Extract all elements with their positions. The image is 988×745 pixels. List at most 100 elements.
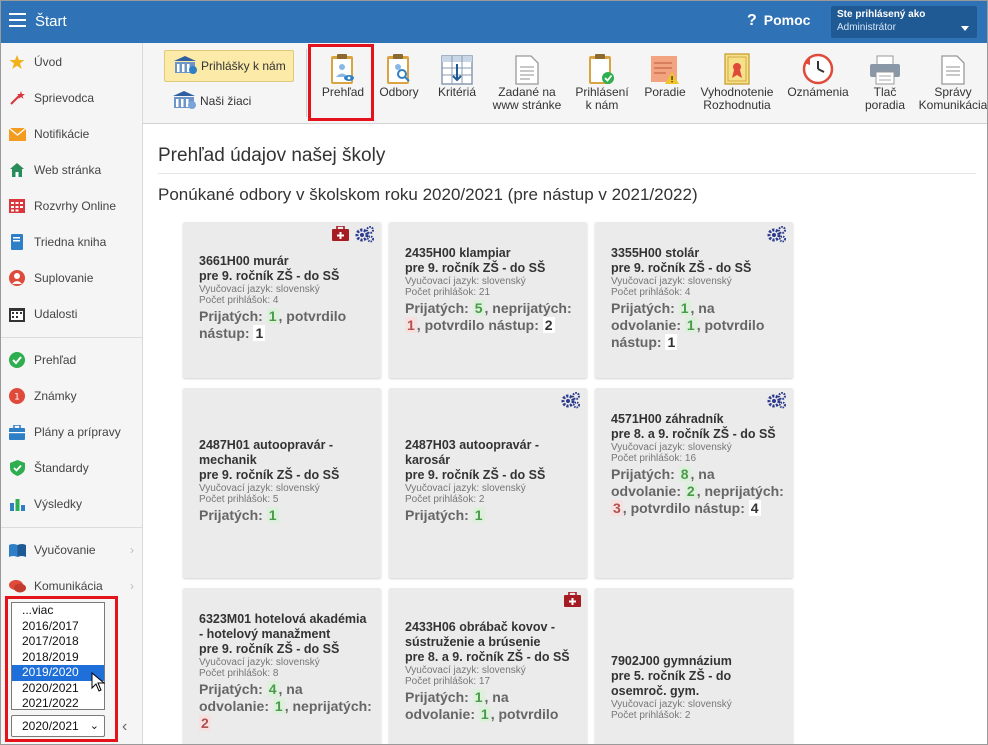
program-language: Vyučovací jazyk: slovenský bbox=[405, 483, 526, 494]
briefcase-icon bbox=[8, 423, 26, 441]
program-language: Vyučovací jazyk: slovenský bbox=[405, 665, 526, 676]
sidebar-item-prehlad[interactable]: Prehľad bbox=[1, 345, 142, 375]
program-name: 2487H03 autoopravár - karosár bbox=[405, 438, 540, 467]
card-icons bbox=[767, 226, 787, 243]
appeal-count: 1 bbox=[272, 698, 285, 714]
program-grade: pre 8. a 9. ročník ZŠ - do SŠ bbox=[611, 427, 776, 441]
tool-label: Správy Komunikácia bbox=[918, 85, 988, 112]
tool-label: Zadané na www stránke bbox=[492, 85, 562, 112]
application-count: Počet prihlášok: 4 bbox=[199, 295, 279, 306]
accepted-count: 1 bbox=[678, 300, 691, 316]
house-icon bbox=[8, 161, 26, 179]
sidebar-item-vyucovanie[interactable]: Vyučovanie › bbox=[1, 535, 142, 565]
help-button[interactable]: ? Pomoc bbox=[747, 12, 810, 30]
toolbar-divider bbox=[306, 49, 307, 117]
user-line1: Ste prihlásený ako bbox=[837, 9, 926, 20]
rejected-count: 2 bbox=[199, 715, 211, 731]
list-warning-icon bbox=[639, 51, 691, 85]
tool-label: Vyhodnotenie Rozhodnutia bbox=[700, 85, 774, 112]
accepted-count: 1 bbox=[472, 689, 485, 705]
sidebar-item-plany-a-pripravy[interactable]: Plány a prípravy bbox=[1, 417, 142, 447]
admission-stats: Prijatých: 1, potvrdilo nástup: 1 bbox=[199, 308, 373, 342]
sidebar-item-suplovanie[interactable]: Suplovanie bbox=[1, 263, 142, 293]
sidebar-item-standardy[interactable]: Štandardy bbox=[1, 453, 142, 483]
tool-poradie[interactable]: Poradie bbox=[639, 51, 691, 99]
sidebar-item-label: Rozvrhy Online bbox=[34, 199, 117, 213]
program-card[interactable]: 7902J00 gymnázium pre 5. ročník ZŠ - do … bbox=[595, 588, 793, 744]
program-card[interactable]: 2487H03 autoopravár - karosár pre 9. roč… bbox=[389, 388, 587, 578]
sidebar-item-web-stranka[interactable]: Web stránka bbox=[1, 155, 142, 185]
program-card[interactable]: 6323M01 hotelová akadémia - hotelový man… bbox=[183, 588, 381, 744]
prihlasky-label: Prihlášky k nám bbox=[201, 59, 286, 73]
first-aid-kit-icon[interactable] bbox=[564, 592, 581, 607]
prihlasky-k-nam-button[interactable]: Prihlášky k nám bbox=[164, 50, 294, 82]
program-card[interactable]: 4571H00 záhradník pre 8. a 9. ročník ZŠ … bbox=[595, 388, 793, 578]
sidebar-item-rozvrhy-online[interactable]: Rozvrhy Online bbox=[1, 191, 142, 221]
sidebar-item-label: Úvod bbox=[34, 55, 63, 69]
stat-label: Prijatých: bbox=[199, 308, 263, 324]
gears-icon[interactable] bbox=[767, 226, 787, 243]
admission-stats: Prijatých: 1 bbox=[405, 507, 579, 524]
confirmed-count: 2 bbox=[542, 317, 555, 333]
tool-zadane-na-www[interactable]: Zadané na www stránke bbox=[489, 51, 565, 112]
first-aid-kit-icon[interactable] bbox=[332, 226, 349, 241]
tool-label: Odbory bbox=[379, 85, 419, 99]
card-body: 2435H00 klampiar pre 9. ročník ZŠ - do S… bbox=[405, 246, 579, 334]
program-card[interactable]: 2433H06 obrábač kovov - sústruženie a br… bbox=[389, 588, 587, 744]
sidebar-divider bbox=[1, 337, 142, 338]
tool-oznamenia[interactable]: Oznámenia bbox=[783, 51, 853, 99]
sidebar-divider bbox=[1, 527, 142, 528]
sidebar-item-notifikacie[interactable]: Notifikácie bbox=[1, 119, 142, 149]
star-icon bbox=[8, 53, 26, 71]
program-card[interactable]: 3355H00 stolár pre 9. ročník ZŠ - do SŠ … bbox=[595, 222, 793, 378]
app-title[interactable]: Štart bbox=[35, 13, 67, 30]
sidebar-item-vysledky[interactable]: Výsledky bbox=[1, 489, 142, 519]
tool-vyhodnotenie-rozhodnutia[interactable]: Vyhodnotenie Rozhodnutia bbox=[697, 51, 777, 112]
tool-prihlaseni-k-nam[interactable]: Prihlásení k nám bbox=[571, 51, 633, 112]
program-card[interactable]: 2487H01 autoopravár - mechanik pre 9. ro… bbox=[183, 388, 381, 578]
sidebar-item-udalosti[interactable]: Udalosti bbox=[1, 299, 142, 329]
tool-tlac-poradia[interactable]: Tlač poradia bbox=[859, 51, 911, 112]
program-language: Vyučovací jazyk: slovenský bbox=[199, 284, 320, 295]
clock-icon bbox=[783, 51, 853, 85]
nasi-ziaci-button[interactable]: Naši žiaci bbox=[164, 87, 294, 115]
sidebar-item-sprievodca[interactable]: Sprievodca bbox=[1, 83, 142, 113]
chevron-right-icon: › bbox=[130, 543, 134, 557]
application-count: Počet prihlášok: 2 bbox=[611, 710, 691, 721]
sidebar-item-triedna-kniha[interactable]: Triedna kniha bbox=[1, 227, 142, 257]
hamburger-menu-icon[interactable] bbox=[9, 13, 26, 27]
gears-icon[interactable] bbox=[355, 226, 375, 243]
chevron-right-icon: › bbox=[130, 579, 134, 593]
admission-stats: Prijatých: 8, na odvolanie: 2, neprijatý… bbox=[611, 466, 785, 517]
tool-spravy-komunikacia[interactable]: Správy Komunikácia bbox=[917, 51, 988, 112]
highlight-outline-prehlad bbox=[308, 44, 374, 121]
sidebar-item-label: Prehľad bbox=[34, 353, 77, 367]
open-book-icon bbox=[8, 541, 26, 559]
program-card[interactable]: 2435H00 klampiar pre 9. ročník ZŠ - do S… bbox=[389, 222, 587, 378]
gears-icon[interactable] bbox=[561, 392, 581, 409]
confirmed-count: 1 bbox=[665, 334, 678, 350]
app-window: Štart ? Pomoc Ste prihlásený ako Administ… bbox=[0, 0, 988, 745]
accepted-count: 1 bbox=[266, 507, 279, 523]
sidebar-item-label: Štandardy bbox=[34, 461, 89, 475]
admission-stats: Prijatých: 4, na odvolanie: 1, neprijatý… bbox=[199, 681, 373, 732]
admission-stats: Prijatých: 1, na odvolanie: 1, potvrdilo… bbox=[611, 300, 785, 351]
stat-label: , potvrdilo bbox=[490, 706, 559, 722]
collapse-sidebar-icon[interactable]: ‹ bbox=[122, 718, 127, 736]
program-name: 3355H00 stolár bbox=[611, 246, 700, 260]
program-language: Vyučovací jazyk: slovenský bbox=[611, 699, 732, 710]
stat-label: , neprijatých: bbox=[484, 300, 572, 316]
user-menu[interactable]: Ste prihlásený ako Administrátor bbox=[831, 6, 977, 38]
document-icon bbox=[917, 51, 987, 85]
page-title: Prehľad údajov našej školy bbox=[158, 145, 386, 166]
sidebar-item-uvod[interactable]: Úvod bbox=[1, 47, 142, 77]
program-grade: pre 9. ročník ZŠ - do SŠ bbox=[199, 269, 340, 283]
tool-kriteria[interactable]: Kritériá bbox=[429, 51, 485, 99]
program-card[interactable]: 3661H00 murár pre 9. ročník ZŠ - do SŠ V… bbox=[183, 222, 381, 378]
appeal-count: 2 bbox=[684, 483, 697, 499]
sidebar-item-znamky[interactable]: 1 Známky bbox=[1, 381, 142, 411]
gears-icon[interactable] bbox=[767, 392, 787, 409]
tool-odbory[interactable]: Odbory bbox=[375, 51, 423, 99]
stat-label: Prijatých: bbox=[199, 681, 263, 697]
program-name: 2487H01 autoopravár - mechanik bbox=[199, 438, 334, 467]
